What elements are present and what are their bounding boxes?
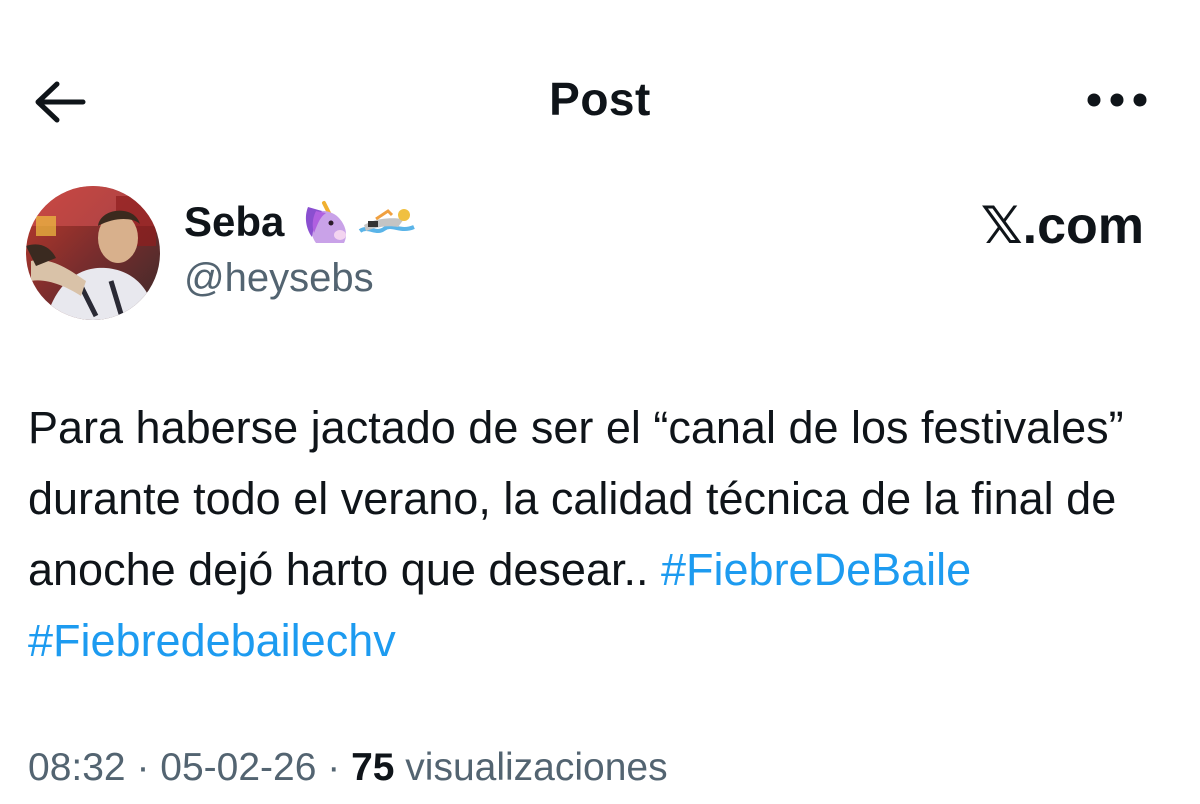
views-label: visualizaciones: [394, 746, 668, 789]
post-time[interactable]: 08:32: [28, 746, 126, 789]
swimmer-icon: [359, 209, 416, 233]
hashtag-link[interactable]: #FiebreDeBaile: [661, 544, 971, 595]
source-label: 𝕏.com: [980, 197, 1144, 255]
post-text: Para haberse jactado de ser el “canal de…: [28, 392, 1158, 676]
post-page: Post Seba @heysebs 𝕏.com Para haberse ja…: [0, 0, 1200, 804]
more-horizontal-icon: [1087, 93, 1147, 107]
author-name-text: Seba: [184, 198, 285, 245]
hashtag-link[interactable]: #Fiebredebailechv: [28, 615, 396, 666]
author-handle[interactable]: @heysebs: [184, 256, 374, 301]
author-name[interactable]: Seba: [184, 198, 416, 246]
meta-separator: ·: [125, 746, 161, 789]
avatar-photo: [26, 186, 160, 320]
profile-emoji-badges: [300, 199, 416, 245]
avatar[interactable]: [26, 186, 160, 320]
post-metadata: 08:32 · 05-02-26 · 75 visualizaciones: [28, 746, 668, 790]
more-options-button[interactable]: [1082, 84, 1152, 116]
meta-separator: ·: [316, 746, 352, 789]
page-title: Post: [549, 73, 651, 125]
post-date[interactable]: 05-02-26: [160, 746, 316, 789]
views-count: 75: [351, 746, 395, 789]
unicorn-icon: [306, 201, 347, 243]
